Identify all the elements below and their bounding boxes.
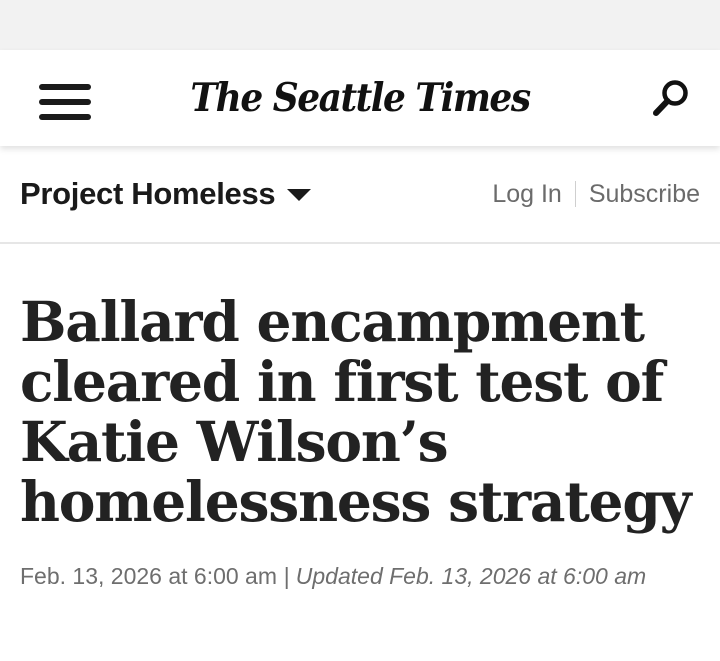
article: Ballard encampment cleared in first test…: [0, 244, 720, 594]
article-dateline: Feb. 13, 2026 at 6:00 am | Updated Feb. …: [20, 558, 700, 594]
section-title: Project Homeless: [20, 176, 276, 211]
dateline-separator: |: [277, 563, 296, 589]
published-date: Feb. 13, 2026 at 6:00 am: [20, 563, 278, 589]
account-links: Log In Subscribe: [492, 180, 700, 209]
status-strip: [0, 0, 720, 50]
subscribe-link[interactable]: Subscribe: [589, 180, 700, 209]
menu-bar: [39, 84, 91, 90]
divider: [574, 181, 576, 207]
article-headline: Ballard encampment cleared in first test…: [20, 289, 692, 534]
menu-bar: [39, 114, 91, 120]
section-dropdown[interactable]: Project Homeless: [20, 176, 312, 212]
chevron-down-icon: [287, 189, 312, 201]
section-bar: Project Homeless Log In Subscribe: [0, 146, 720, 244]
menu-bar: [39, 99, 91, 105]
login-link[interactable]: Log In: [492, 180, 562, 209]
site-logo[interactable]: The Seattle Times: [190, 75, 531, 120]
masthead: The Seattle Times: [0, 50, 720, 146]
hamburger-menu-icon[interactable]: [39, 84, 91, 120]
updated-date: Updated Feb. 13, 2026 at 6:00 am: [295, 563, 647, 589]
search-icon[interactable]: [650, 76, 694, 120]
